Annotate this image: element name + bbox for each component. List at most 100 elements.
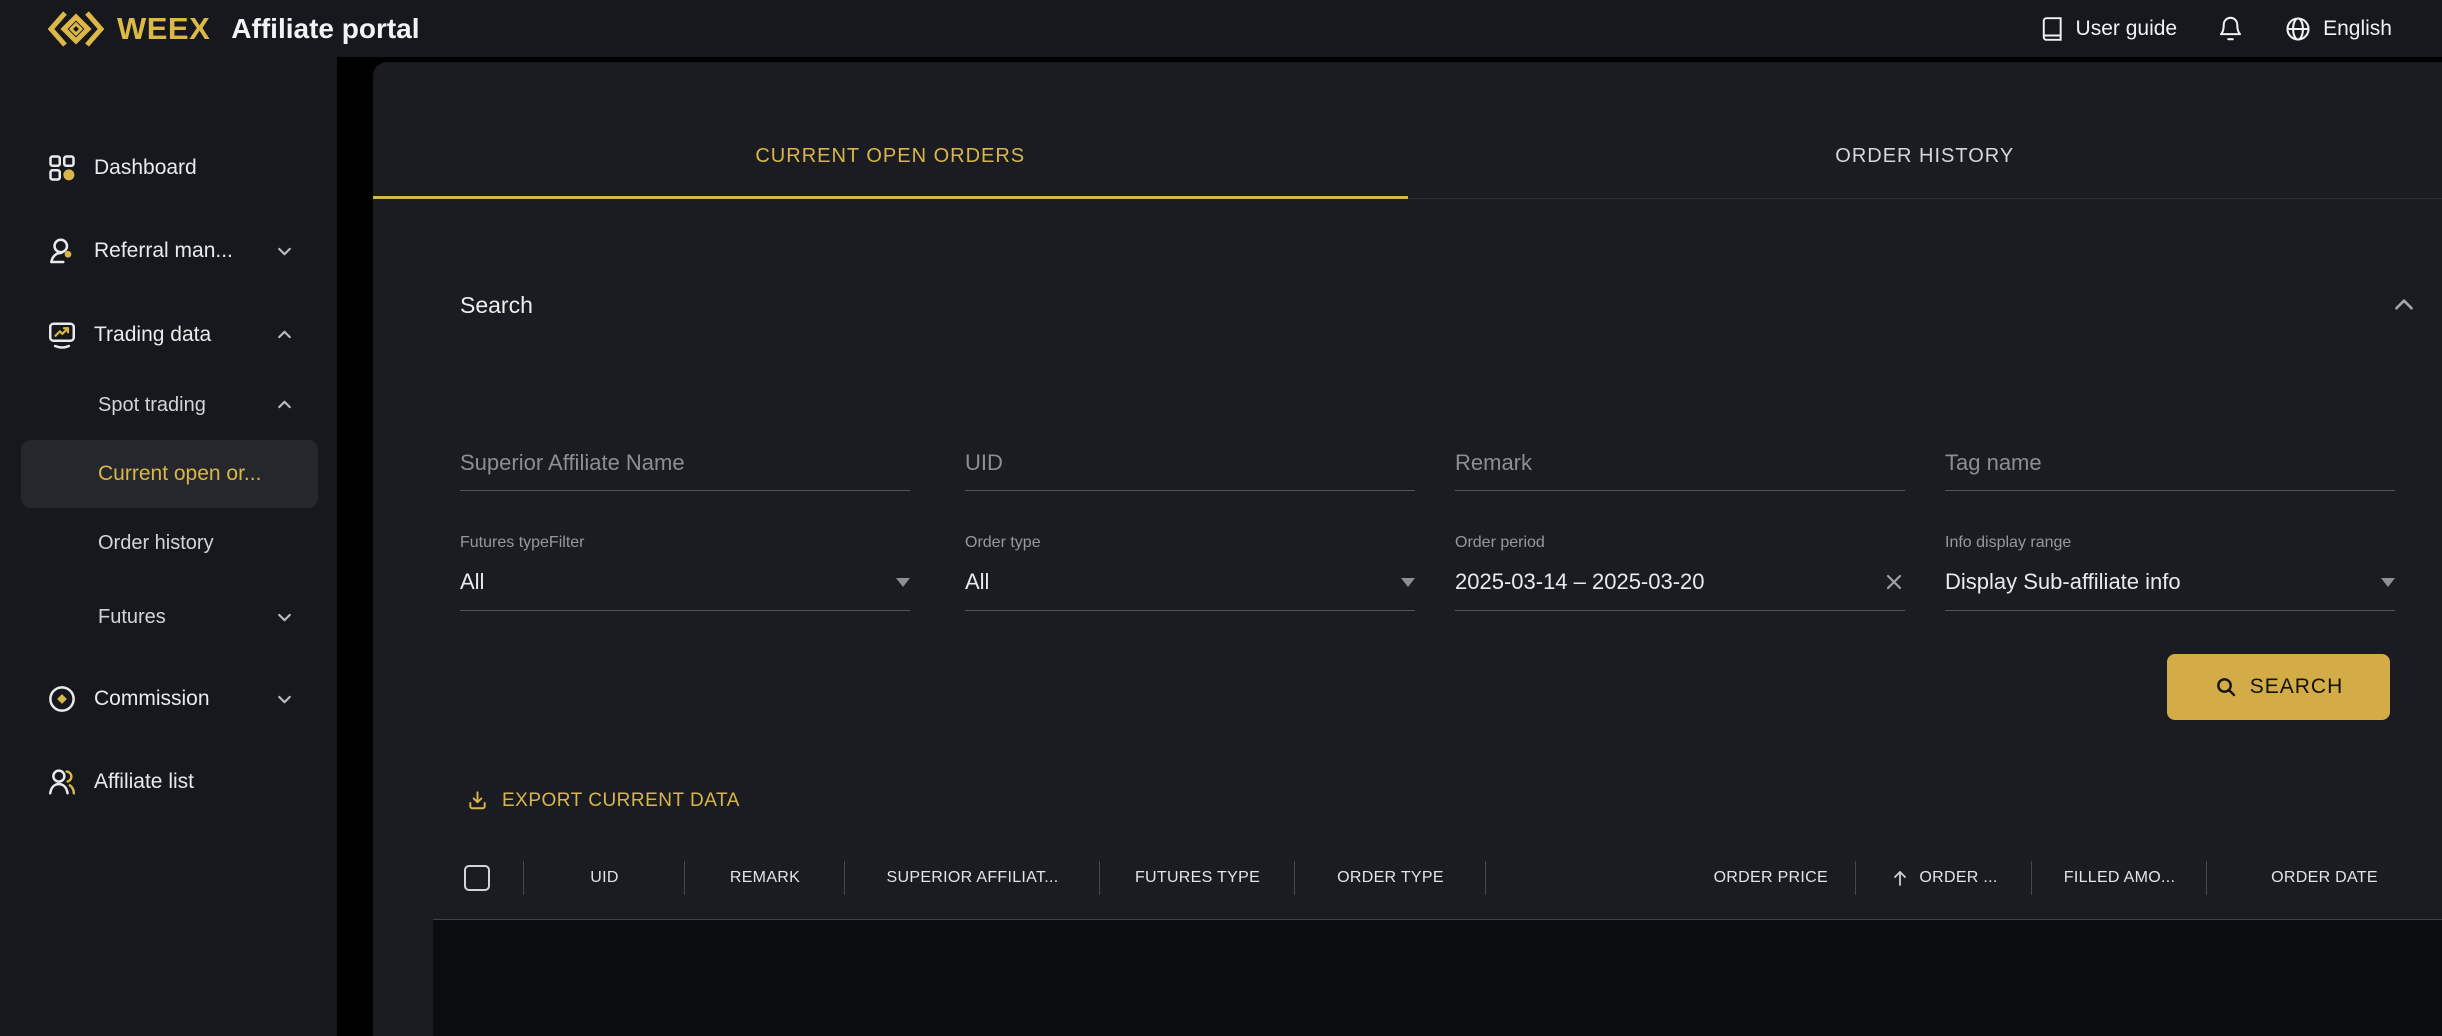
table-header-row: UID REMARK SUPERIOR AFFILIAT... FUTURES …: [433, 836, 2442, 920]
tabbar: CURRENT OPEN ORDERS ORDER HISTORY: [373, 62, 2442, 199]
sidebar: Dashboard Referral man...: [0, 57, 337, 1036]
brand[interactable]: WEEX: [44, 8, 210, 50]
dashboard-icon: [47, 153, 77, 183]
field-remark: [1455, 450, 1905, 491]
date-range-value: 2025-03-14 – 2025-03-20: [1455, 569, 1705, 595]
referral-person-icon: [47, 236, 77, 266]
select-caret-icon: [2381, 578, 2395, 587]
field-label: Info display range: [1945, 534, 2395, 552]
sidebar-item-label: Order history: [98, 532, 214, 555]
main-panel: CURRENT OPEN ORDERS ORDER HISTORY Search…: [373, 62, 2442, 1036]
header-cell-order-sorted[interactable]: ORDER ...: [1856, 836, 2032, 919]
header-cell-superior-affiliate[interactable]: SUPERIOR AFFILIAT...: [845, 836, 1100, 919]
search-button-label: SEARCH: [2250, 675, 2344, 699]
sidebar-item-label: Referral man...: [94, 239, 233, 263]
selected-value: All: [460, 569, 484, 595]
affiliate-people-icon: [47, 767, 77, 797]
brand-name: WEEX: [117, 11, 210, 47]
chevron-up-icon: [276, 327, 293, 344]
header-label: ORDER ...: [1919, 869, 1997, 887]
select-caret-icon: [896, 578, 910, 587]
header-cell-select: [433, 836, 524, 919]
selected-value: Display Sub-affiliate info: [1945, 569, 2181, 595]
sidebar-item-label: Commission: [94, 687, 210, 711]
chevron-down-icon: [276, 243, 293, 260]
sidebar-item-label: Current open or...: [98, 462, 261, 486]
tag-name-input[interactable]: [1945, 450, 2395, 491]
tab-label: ORDER HISTORY: [1835, 145, 2014, 168]
tab-current-open-orders[interactable]: CURRENT OPEN ORDERS: [373, 62, 1408, 198]
field-tag-name: [1945, 450, 2395, 491]
sidebar-item-current-open-orders[interactable]: Current open or...: [21, 440, 318, 508]
sidebar-item-label: Affiliate list: [94, 770, 194, 794]
export-current-data-button[interactable]: EXPORT CURRENT DATA: [466, 789, 740, 812]
chevron-up-icon: [276, 397, 293, 414]
tab-order-history[interactable]: ORDER HISTORY: [1408, 62, 2442, 198]
sidebar-item-label: Spot trading: [98, 394, 206, 417]
field-label: Order period: [1455, 534, 1905, 552]
futures-type-select[interactable]: All: [460, 569, 910, 611]
page-title: Affiliate portal: [231, 13, 419, 45]
bell-icon: [2217, 15, 2244, 42]
topbar-actions: User guide English: [2039, 0, 2392, 57]
tab-label: CURRENT OPEN ORDERS: [755, 145, 1025, 168]
header-cell-order-type[interactable]: ORDER TYPE: [1295, 836, 1486, 919]
field-order-type: Order type All: [965, 534, 1415, 611]
globe-icon: [2284, 15, 2312, 43]
sidebar-item-dashboard[interactable]: Dashboard: [0, 146, 337, 190]
language-selector[interactable]: English: [2284, 15, 2392, 43]
user-guide-link[interactable]: User guide: [2039, 16, 2178, 42]
download-icon: [466, 789, 489, 812]
header-cell-order-price[interactable]: ORDER PRICE: [1486, 836, 1856, 919]
uid-input[interactable]: [965, 450, 1415, 491]
header-cell-filled-amount[interactable]: FILLED AMO...: [2032, 836, 2207, 919]
sidebar-item-trading-data[interactable]: Trading data: [0, 313, 337, 357]
header-cell-order-date[interactable]: ORDER DATE: [2207, 836, 2442, 919]
field-info-display-range: Info display range Display Sub-affiliate…: [1945, 534, 2395, 611]
header-cell-remark[interactable]: REMARK: [685, 836, 845, 919]
chevron-down-icon: [276, 691, 293, 708]
header-cell-futures-type[interactable]: FUTURES TYPE: [1100, 836, 1295, 919]
search-button[interactable]: SEARCH: [2167, 654, 2390, 720]
order-type-select[interactable]: All: [965, 569, 1415, 611]
search-section-title: Search: [460, 292, 533, 319]
sidebar-item-label: Trading data: [94, 323, 211, 347]
trading-monitor-icon: [47, 320, 77, 350]
field-label: Futures typeFilter: [460, 534, 910, 552]
search-icon: [2214, 675, 2238, 699]
info-display-range-select[interactable]: Display Sub-affiliate info: [1945, 569, 2395, 611]
sort-asc-icon[interactable]: [1890, 868, 1910, 888]
table-body-empty: [433, 920, 2442, 1036]
notifications-button[interactable]: [2217, 15, 2244, 42]
commission-icon: [47, 684, 77, 714]
selected-value: All: [965, 569, 989, 595]
user-guide-label: User guide: [2076, 17, 2178, 41]
sidebar-item-affiliate-list[interactable]: Affiliate list: [0, 760, 337, 804]
orders-table: UID REMARK SUPERIOR AFFILIAT... FUTURES …: [433, 836, 2442, 1036]
sidebar-item-futures[interactable]: Futures: [0, 595, 337, 639]
weex-logo-icon: [44, 8, 108, 50]
weex-affiliate-portal: WEEX Affiliate portal User guide: [0, 0, 2442, 1036]
sidebar-item-order-history[interactable]: Order history: [0, 521, 337, 565]
remark-input[interactable]: [1455, 450, 1905, 491]
clear-date-icon[interactable]: [1883, 571, 1905, 593]
language-label: English: [2323, 17, 2392, 41]
select-caret-icon: [1401, 578, 1415, 587]
field-uid: [965, 450, 1415, 491]
field-superior-affiliate-name: [460, 450, 910, 491]
sidebar-item-commission[interactable]: Commission: [0, 677, 337, 721]
sidebar-item-spot-trading[interactable]: Spot trading: [0, 383, 337, 427]
superior-affiliate-name-input[interactable]: [460, 450, 910, 491]
field-label: Order type: [965, 534, 1415, 552]
select-all-checkbox[interactable]: [464, 865, 490, 891]
sidebar-item-referral-management[interactable]: Referral man...: [0, 229, 337, 273]
collapse-search-icon[interactable]: [2391, 292, 2417, 318]
export-label: EXPORT CURRENT DATA: [502, 790, 740, 812]
sidebar-item-label: Futures: [98, 606, 166, 629]
sidebar-item-label: Dashboard: [94, 156, 197, 180]
book-icon: [2039, 16, 2065, 42]
topbar: WEEX Affiliate portal User guide: [0, 0, 2442, 57]
header-cell-uid[interactable]: UID: [524, 836, 685, 919]
order-period-datepicker[interactable]: 2025-03-14 – 2025-03-20: [1455, 569, 1905, 611]
chevron-down-icon: [276, 609, 293, 626]
